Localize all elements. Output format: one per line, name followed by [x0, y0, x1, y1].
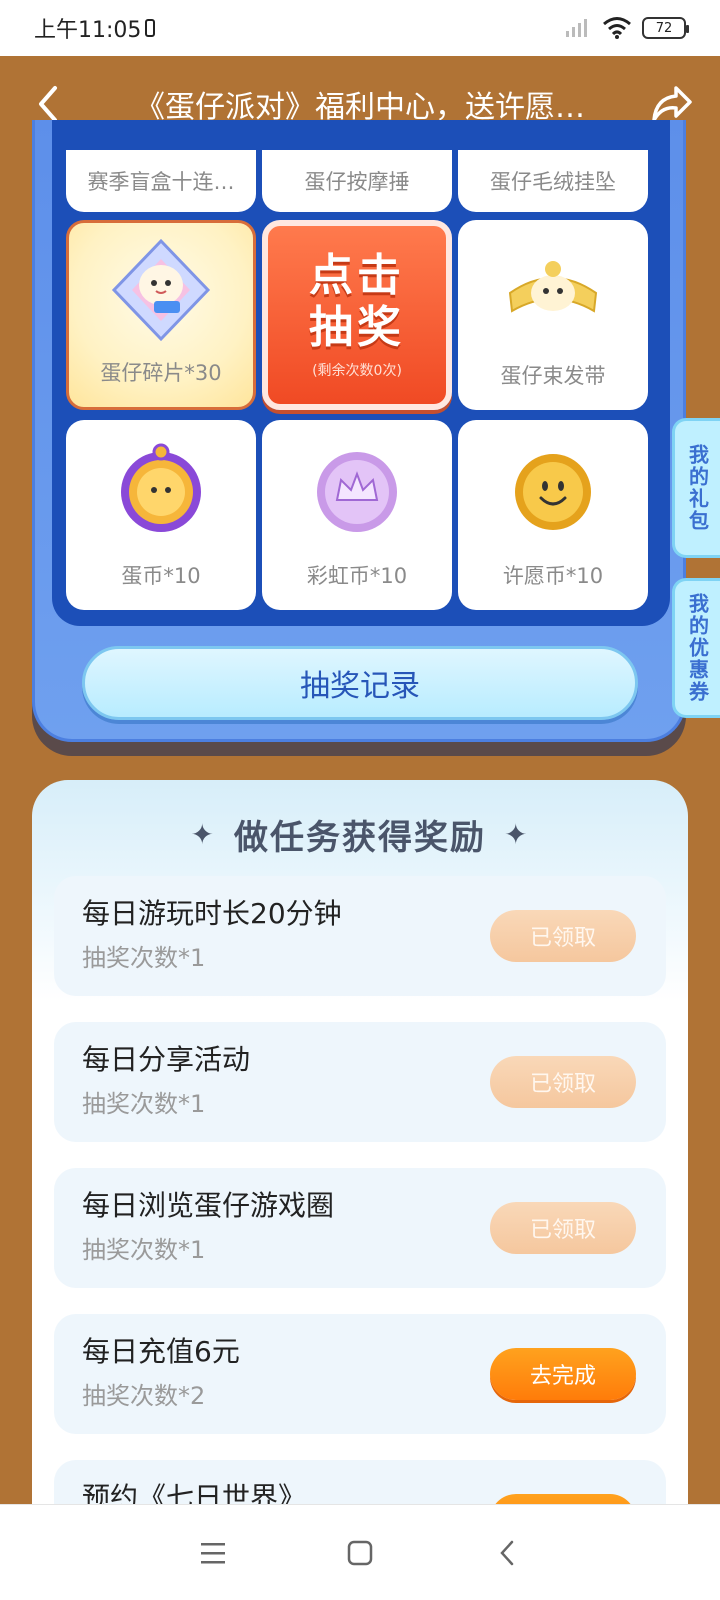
eggy-fragment-icon	[111, 238, 211, 342]
task-item: 每日分享活动 抽奖次数*1 已领取	[54, 1022, 666, 1142]
menu-icon	[201, 1542, 226, 1563]
draw-record-button[interactable]: 抽奖记录	[82, 646, 638, 720]
task-name: 每日分享活动	[82, 1043, 251, 1076]
nav-back-button[interactable]	[477, 1523, 537, 1583]
tasks-section: ✦ 做任务获得奖励 ✦ 每日游玩时长20分钟 抽奖次数*1 已领取 每日分享活动…	[32, 780, 688, 1580]
prize-egg-coin: 蛋币*10	[66, 420, 256, 610]
prize-label: 蛋仔束发带	[500, 364, 606, 388]
task-item: 每日浏览蛋仔游戏圈 抽奖次数*1 已领取	[54, 1168, 666, 1288]
task-go-complete-button[interactable]: 去完成	[490, 1348, 636, 1400]
task-claimed-button[interactable]: 已领取	[490, 1202, 636, 1254]
task-item: 每日游玩时长20分钟 抽奖次数*1 已领取	[54, 876, 666, 996]
menu-button[interactable]	[183, 1523, 243, 1583]
task-reward: 抽奖次数*1	[82, 1090, 206, 1118]
prize-label: 彩虹币*10	[306, 564, 408, 588]
prize-rainbow-coin: 彩虹币*10	[262, 420, 452, 610]
share-icon	[652, 86, 692, 122]
prize-label: 许愿币*10	[502, 564, 604, 588]
task-claimed-button[interactable]: 已领取	[490, 1056, 636, 1108]
battery-indicator: 72	[642, 17, 689, 39]
task-claimed-button[interactable]: 已领取	[490, 910, 636, 962]
tasks-title: 做任务获得奖励	[234, 818, 486, 858]
draw-button[interactable]: 点击 抽奖 (剩余次数0次)	[262, 220, 452, 410]
prize-label: 蛋仔碎片*30	[100, 361, 222, 385]
battery-level: 72	[655, 20, 673, 36]
prize-massage-hammer: 蛋仔按摩捶	[262, 150, 452, 212]
wifi-icon	[603, 17, 631, 39]
rainbow-coin-icon	[317, 452, 397, 532]
hair-band-icon	[508, 261, 598, 313]
prize-label: 蛋仔毛绒挂坠	[490, 170, 616, 194]
tasks-heading: ✦ 做任务获得奖励 ✦	[32, 810, 688, 859]
signal-icon	[566, 19, 587, 37]
remaining-draws: (剩余次数0次)	[312, 363, 402, 379]
prize-wish-coin: 许愿币*10	[458, 420, 648, 610]
status-bar: 上午11:05 72	[0, 0, 720, 56]
status-icons: 72	[564, 16, 689, 40]
prize-hair-band: 蛋仔束发带	[458, 220, 648, 410]
sparkle-icon: ✦	[504, 818, 530, 851]
back-arrow-icon	[39, 86, 57, 122]
vibrate-icon	[145, 19, 156, 37]
task-name: 每日充值6元	[82, 1335, 240, 1368]
wish-coin-icon	[515, 454, 591, 530]
prize-label: 赛季盲盒十连…	[87, 170, 235, 194]
clock: 上午11:05	[34, 18, 142, 43]
task-name: 每日浏览蛋仔游戏圈	[82, 1189, 335, 1222]
sparkle-icon: ✦	[190, 818, 216, 851]
task-reward: 抽奖次数*1	[82, 944, 206, 972]
task-item: 每日充值6元 抽奖次数*2 去完成	[54, 1314, 666, 1434]
egg-coin-icon	[121, 443, 201, 532]
my-gift-tab[interactable]: 我的礼包	[672, 418, 720, 558]
draw-title-line1: 点击	[309, 250, 405, 301]
prize-label: 蛋币*10	[121, 564, 201, 588]
task-reward: 抽奖次数*1	[82, 1236, 206, 1264]
task-name: 每日游玩时长20分钟	[82, 897, 342, 930]
my-coupon-tab[interactable]: 我的优惠券	[672, 578, 720, 718]
prize-blind-box: 赛季盲盒十连…	[66, 150, 256, 212]
draw-title-line2: 抽奖	[309, 302, 405, 353]
task-reward: 抽奖次数*2	[82, 1382, 206, 1410]
prize-plush-pendant: 蛋仔毛绒挂坠	[458, 150, 648, 212]
status-time: 上午11:05	[34, 12, 156, 44]
prize-eggy-fragments: 蛋仔碎片*30	[66, 220, 256, 410]
system-nav-bar	[0, 1504, 720, 1600]
nav-back-icon	[499, 1540, 513, 1565]
prize-label: 蛋仔按摩捶	[304, 170, 410, 194]
home-button[interactable]	[330, 1523, 390, 1583]
home-square-icon	[347, 1540, 373, 1565]
